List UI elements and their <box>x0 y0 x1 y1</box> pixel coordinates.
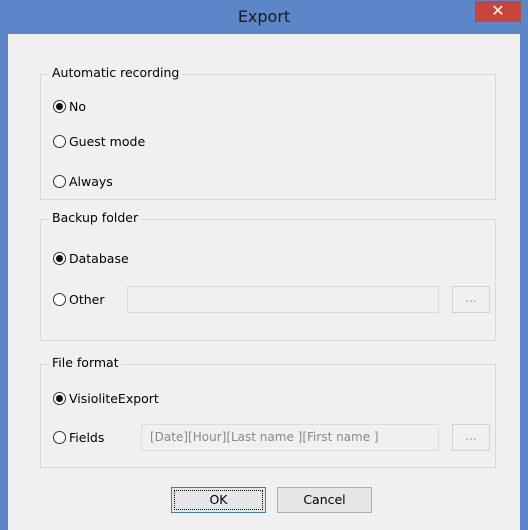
browse-fields-button[interactable]: ... <box>452 424 490 451</box>
radio-visiolite-export-label: VisioliteExport <box>69 390 159 406</box>
radio-always-indicator[interactable] <box>53 174 66 188</box>
radio-guest-mode-label: Guest mode <box>69 133 146 149</box>
radio-always-label: Always <box>69 173 113 189</box>
radio-fields-label: Fields <box>69 429 105 445</box>
backup-folder-label: Backup folder <box>49 210 142 225</box>
radio-other-indicator[interactable] <box>53 292 66 306</box>
automatic-recording-label: Automatic recording <box>49 65 183 80</box>
radio-no-label: No <box>69 98 86 114</box>
title-bar: Export ✕ <box>0 0 528 35</box>
cancel-button[interactable]: Cancel <box>277 487 372 513</box>
radio-other-label: Other <box>69 291 105 307</box>
automatic-recording-group: Automatic recording No Guest mode Always <box>40 65 496 200</box>
radio-fields-indicator[interactable] <box>53 430 66 444</box>
radio-no-indicator[interactable] <box>53 99 66 113</box>
radio-fields[interactable]: Fields <box>53 427 104 447</box>
file-format-group: File format VisioliteExport Fields [Date… <box>40 355 496 468</box>
radio-database[interactable]: Database <box>53 248 129 268</box>
radio-guest-mode-indicator[interactable] <box>53 134 66 148</box>
radio-visiolite-export-indicator[interactable] <box>53 391 66 405</box>
dialog-title: Export <box>237 7 291 26</box>
browse-folder-button[interactable]: ... <box>452 286 490 313</box>
radio-database-indicator[interactable] <box>53 251 66 265</box>
radio-database-label: Database <box>69 250 129 266</box>
close-button[interactable]: ✕ <box>475 1 521 22</box>
radio-guest-mode[interactable]: Guest mode <box>53 131 145 151</box>
fields-pattern-field[interactable]: [Date][Hour][Last name ][First name ] <box>141 424 439 451</box>
dialog-body: Automatic recording No Guest mode Always… <box>8 34 520 530</box>
radio-always[interactable]: Always <box>53 171 113 191</box>
file-format-label: File format <box>49 355 122 370</box>
other-path-field[interactable] <box>127 286 439 313</box>
ok-button[interactable]: OK <box>171 487 266 513</box>
close-icon: ✕ <box>491 1 505 20</box>
radio-no[interactable]: No <box>53 96 86 116</box>
export-dialog: Export ✕ Automatic recording No Guest mo… <box>0 0 528 530</box>
radio-visiolite-export[interactable]: VisioliteExport <box>53 388 159 408</box>
radio-other[interactable]: Other <box>53 289 105 309</box>
backup-folder-group: Backup folder Database Other ... <box>40 210 496 341</box>
